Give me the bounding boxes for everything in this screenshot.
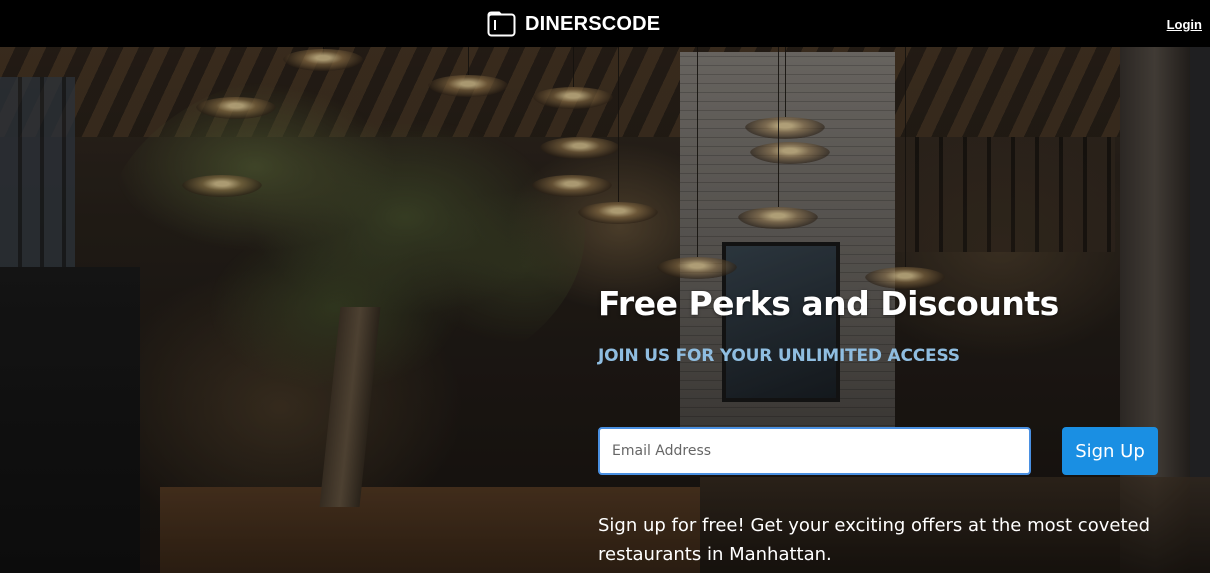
hero-description: Sign up for free! Get your exciting offe… xyxy=(598,515,1150,565)
book-icon xyxy=(487,11,516,37)
hero-subtitle: JOIN US FOR YOUR UNLIMITED ACCESS xyxy=(598,346,960,366)
email-input[interactable] xyxy=(598,427,1031,475)
brand-name: DINERSCODE xyxy=(525,12,661,35)
brand-logo[interactable]: DINERSCODE xyxy=(487,10,660,38)
sign-up-button[interactable]: Sign Up xyxy=(1062,427,1158,475)
hero-title: Free Perks and Discounts xyxy=(598,284,1059,323)
top-navbar: DINERSCODE Login xyxy=(0,0,1210,47)
login-link[interactable]: Login xyxy=(1167,17,1202,32)
